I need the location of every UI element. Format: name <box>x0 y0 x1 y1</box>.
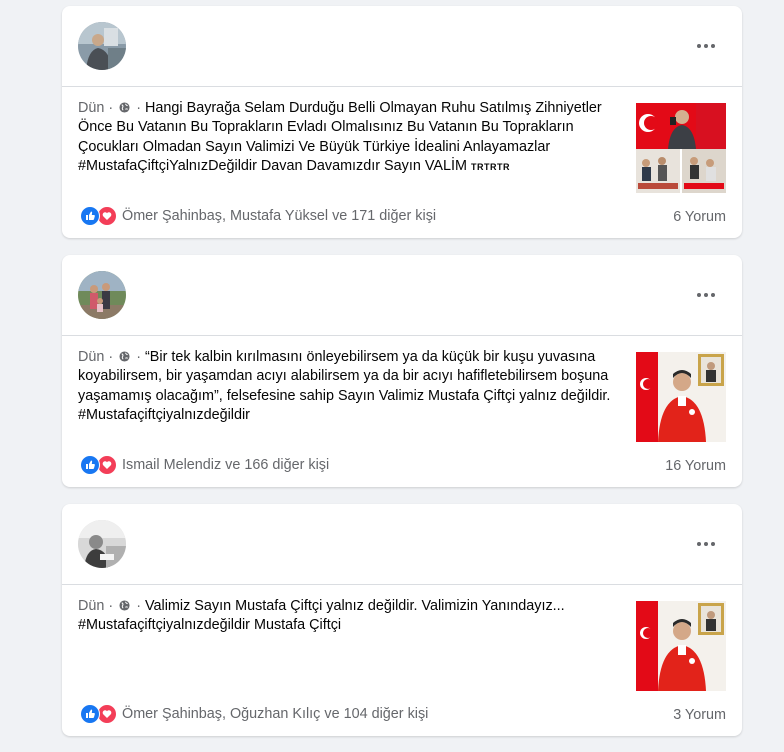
post-text: Dün · · Hangi Bayrağa Selam Durduğu Bell… <box>78 99 618 177</box>
meta-separator: · <box>108 598 114 614</box>
post-card-3: Dün · · Valimiz Sayın Mustafa Çiftçi yal… <box>62 504 742 736</box>
globe-icon[interactable] <box>119 351 130 362</box>
post-footer: Ismail Melendiz ve 166 diğer kişi 16 Yor… <box>62 444 742 487</box>
meta-separator: · <box>136 349 141 365</box>
like-reaction-icon <box>80 704 100 724</box>
author-avatar[interactable] <box>78 520 126 568</box>
reaction-names[interactable]: Ömer Şahinbaş, Oğuzhan Kılıç ve 104 diğe… <box>122 706 428 722</box>
more-horizontal-icon <box>697 542 701 546</box>
reaction-summary[interactable]: Ismail Melendiz ve 166 diğer kişi <box>80 455 329 475</box>
meta-separator: · <box>108 349 114 365</box>
like-reaction-icon <box>80 206 100 226</box>
globe-icon[interactable] <box>119 600 130 611</box>
meta-separator: · <box>136 598 141 614</box>
post-card-2: Dün · · “Bir tek kalbin kırılmasını önle… <box>62 255 742 487</box>
post-message: “Bir tek kalbin kırılmasını önleyebilirs… <box>78 349 611 423</box>
post-thumbnail[interactable] <box>636 352 726 442</box>
comment-count[interactable]: 6 Yorum <box>673 209 726 225</box>
reaction-summary[interactable]: Ömer Şahinbaş, Oğuzhan Kılıç ve 104 diğe… <box>80 704 428 724</box>
reaction-names[interactable]: Ömer Şahinbaş, Mustafa Yüksel ve 171 diğ… <box>122 208 436 224</box>
more-horizontal-icon <box>697 44 701 48</box>
love-reaction-icon <box>97 206 117 226</box>
post-time[interactable]: Dün <box>78 100 104 116</box>
post-footer: Ömer Şahinbaş, Mustafa Yüksel ve 171 diğ… <box>62 195 742 238</box>
post-time[interactable]: Dün <box>78 598 104 614</box>
post-thumbnail[interactable] <box>636 601 726 691</box>
post-footer: Ömer Şahinbaş, Oğuzhan Kılıç ve 104 diğe… <box>62 693 742 736</box>
post-thumbnail[interactable] <box>636 103 726 193</box>
post-body: Dün · · “Bir tek kalbin kırılmasını önle… <box>62 336 742 444</box>
comment-count[interactable]: 3 Yorum <box>673 707 726 723</box>
post-time[interactable]: Dün <box>78 349 104 365</box>
like-reaction-icon <box>80 455 100 475</box>
post-header <box>62 6 742 87</box>
post-body: Dün · · Hangi Bayrağa Selam Durduğu Bell… <box>62 87 742 195</box>
post-body: Dün · · Valimiz Sayın Mustafa Çiftçi yal… <box>62 585 742 693</box>
meta-separator: · <box>108 100 114 116</box>
post-text: Dün · · “Bir tek kalbin kırılmasını önle… <box>78 348 618 425</box>
post-message: Hangi Bayrağa Selam Durduğu Belli Olmaya… <box>78 100 602 174</box>
post-text: Dün · · Valimiz Sayın Mustafa Çiftçi yal… <box>78 597 618 636</box>
post-card-1: Dün · · Hangi Bayrağa Selam Durduğu Bell… <box>62 6 742 238</box>
more-options-button[interactable] <box>690 283 722 307</box>
news-feed: Dün · · Hangi Bayrağa Selam Durduğu Bell… <box>0 0 784 752</box>
post-header <box>62 504 742 585</box>
author-avatar[interactable] <box>78 271 126 319</box>
globe-icon[interactable] <box>119 102 130 113</box>
post-message: Valimiz Sayın Mustafa Çiftçi yalnız deği… <box>78 598 565 634</box>
more-horizontal-icon <box>697 293 701 297</box>
love-reaction-icon <box>97 455 117 475</box>
meta-separator: · <box>136 100 141 116</box>
love-reaction-icon <box>97 704 117 724</box>
author-avatar[interactable] <box>78 22 126 70</box>
post-header <box>62 255 742 336</box>
post-suffix: TRTRTR <box>470 161 510 172</box>
more-options-button[interactable] <box>690 532 722 556</box>
more-options-button[interactable] <box>690 34 722 58</box>
reaction-names[interactable]: Ismail Melendiz ve 166 diğer kişi <box>122 457 329 473</box>
comment-count[interactable]: 16 Yorum <box>665 458 726 474</box>
reaction-summary[interactable]: Ömer Şahinbaş, Mustafa Yüksel ve 171 diğ… <box>80 206 436 226</box>
